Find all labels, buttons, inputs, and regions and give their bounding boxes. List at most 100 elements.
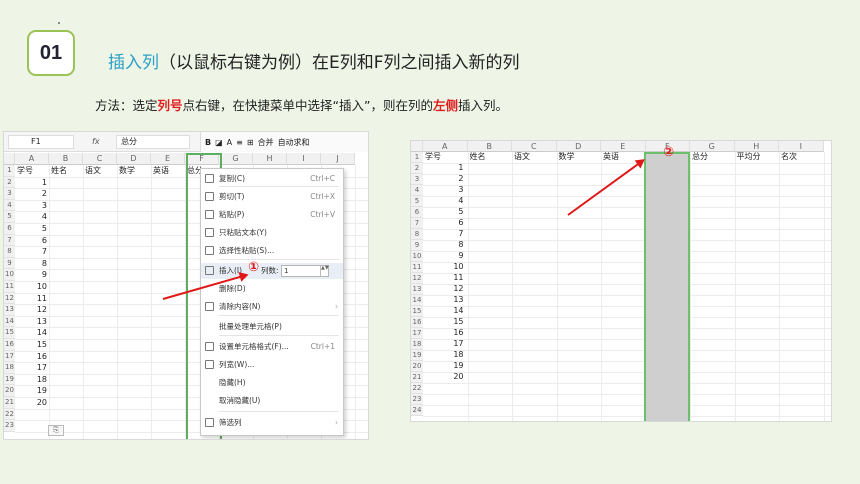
row-header-14[interactable]: 14 bbox=[4, 315, 15, 328]
row-header-3[interactable]: 3 bbox=[4, 188, 15, 200]
column-header-d[interactable]: D bbox=[117, 153, 151, 165]
context-menu-item-9[interactable]: 批量处理单元格(P) bbox=[201, 319, 343, 335]
id-cell[interactable]: 19 bbox=[17, 385, 47, 397]
header-cell-5[interactable]: 英语 bbox=[153, 165, 169, 177]
row-header-2[interactable]: 2 bbox=[4, 176, 15, 189]
column-header-i[interactable]: I bbox=[287, 153, 321, 165]
row-header-22[interactable]: 22 bbox=[411, 383, 423, 394]
row-header-17[interactable]: 17 bbox=[4, 350, 15, 363]
row-header-21[interactable]: 21 bbox=[4, 397, 15, 409]
id-cell[interactable]: 12 bbox=[17, 304, 47, 316]
header-cell-9[interactable]: 名次 bbox=[781, 151, 797, 163]
row-header-6[interactable]: 6 bbox=[4, 223, 15, 235]
row-header-5[interactable]: 5 bbox=[411, 196, 423, 207]
row-header-21[interactable]: 21 bbox=[411, 372, 423, 383]
id-cell[interactable]: 10 bbox=[17, 281, 47, 293]
row-header-4[interactable]: 4 bbox=[4, 199, 15, 212]
header-cell-4[interactable]: 数学 bbox=[119, 165, 135, 177]
row-header-15[interactable]: 15 bbox=[411, 306, 423, 317]
row-header-8[interactable]: 8 bbox=[4, 246, 15, 258]
context-menu-item-7[interactable]: 删除(D) bbox=[201, 281, 343, 297]
autosum-button[interactable]: 自动求和 bbox=[278, 137, 310, 148]
context-menu-item-6[interactable]: 插入(I) 列数: 1 ▲▼ bbox=[201, 263, 343, 279]
paste-options-icon[interactable]: ⎘ bbox=[48, 425, 64, 436]
id-cell[interactable]: 20 bbox=[17, 397, 47, 409]
row-header-12[interactable]: 12 bbox=[411, 273, 423, 284]
row-header-7[interactable]: 7 bbox=[411, 218, 423, 229]
row-header-11[interactable]: 11 bbox=[4, 281, 15, 293]
column-header-b[interactable]: B bbox=[49, 153, 83, 165]
row-header-10[interactable]: 10 bbox=[4, 269, 15, 281]
header-cell-3[interactable]: 语文 bbox=[85, 165, 101, 177]
fill-color-icon[interactable]: ◪ bbox=[215, 138, 223, 147]
id-cell[interactable]: 3 bbox=[17, 200, 47, 212]
id-cell[interactable]: 20 bbox=[425, 371, 463, 383]
id-cell[interactable]: 7 bbox=[17, 246, 47, 258]
font-color-icon[interactable]: A bbox=[227, 138, 232, 147]
context-menu-item-3[interactable]: 粘贴(P) Ctrl+V bbox=[201, 207, 343, 223]
header-cell-8[interactable]: 平均分 bbox=[737, 151, 761, 163]
header-cell-1[interactable]: 学号 bbox=[17, 165, 33, 177]
row-header-10[interactable]: 10 bbox=[411, 251, 423, 262]
column-header-h[interactable]: H bbox=[253, 153, 287, 165]
header-cell-4[interactable]: 数学 bbox=[559, 151, 575, 163]
id-cell[interactable]: 2 bbox=[17, 188, 47, 200]
id-cell[interactable]: 14 bbox=[17, 327, 47, 339]
merge-button[interactable]: 合并 bbox=[258, 137, 274, 148]
context-menu-item-14[interactable]: 筛选列 › bbox=[201, 415, 343, 431]
id-cell[interactable]: 13 bbox=[17, 316, 47, 328]
id-cell[interactable]: 4 bbox=[17, 211, 47, 223]
row-header-18[interactable]: 18 bbox=[4, 362, 15, 374]
id-cell[interactable]: 15 bbox=[17, 339, 47, 351]
context-menu-item-4[interactable]: 只粘贴文本(Y) bbox=[201, 225, 343, 241]
row-header-13[interactable]: 13 bbox=[4, 304, 15, 316]
row-header-2[interactable]: 2 bbox=[411, 163, 423, 174]
header-cell-3[interactable]: 语文 bbox=[514, 151, 530, 163]
align-icon[interactable]: ≡ bbox=[236, 138, 243, 147]
row-header-9[interactable]: 9 bbox=[4, 257, 15, 270]
row-header-16[interactable]: 16 bbox=[411, 317, 423, 328]
row-header-24[interactable]: 24 bbox=[411, 405, 423, 416]
header-cell-5[interactable]: 英语 bbox=[603, 151, 619, 163]
bold-button[interactable]: B bbox=[205, 138, 211, 147]
row-header-4[interactable]: 4 bbox=[411, 185, 423, 196]
context-menu-item-11[interactable]: 列宽(W)... bbox=[201, 357, 343, 373]
row-header-11[interactable]: 11 bbox=[411, 262, 423, 273]
header-cell-7[interactable]: 总分 bbox=[692, 151, 708, 163]
header-cell-2[interactable]: 姓名 bbox=[51, 165, 67, 177]
context-menu-item-2[interactable]: 剪切(T) Ctrl+X bbox=[201, 189, 343, 205]
row-header-1[interactable]: 1 bbox=[411, 152, 423, 163]
row-header-15[interactable]: 15 bbox=[4, 327, 15, 339]
row-header-6[interactable]: 6 bbox=[411, 207, 423, 218]
column-header-g[interactable]: G bbox=[219, 153, 253, 165]
row-header-1[interactable]: 1 bbox=[4, 165, 15, 177]
stepper-icon[interactable]: ▲▼ bbox=[320, 266, 329, 276]
row-header-8[interactable]: 8 bbox=[411, 229, 423, 240]
id-cell[interactable]: 6 bbox=[17, 235, 47, 247]
row-header-20[interactable]: 20 bbox=[411, 361, 423, 372]
id-cell[interactable]: 9 bbox=[17, 269, 47, 281]
id-cell[interactable]: 16 bbox=[17, 351, 47, 363]
row-header-22[interactable]: 22 bbox=[4, 408, 15, 421]
column-header-f[interactable]: F bbox=[185, 153, 219, 165]
row-header-23[interactable]: 23 bbox=[4, 420, 15, 432]
context-menu-item-1[interactable]: 复制(C) Ctrl+C bbox=[201, 171, 343, 187]
context-menu-item-8[interactable]: 清除内容(N) › bbox=[201, 299, 343, 315]
id-cell[interactable]: 11 bbox=[17, 293, 47, 305]
id-cell[interactable]: 17 bbox=[17, 362, 47, 374]
formula-input[interactable]: 总分 bbox=[116, 135, 190, 149]
fx-icon[interactable]: fx bbox=[92, 135, 100, 149]
row-header-5[interactable]: 5 bbox=[4, 211, 15, 223]
row-header-14[interactable]: 14 bbox=[411, 295, 423, 306]
context-menu-item-13[interactable]: 取消隐藏(U) bbox=[201, 393, 343, 409]
row-header-9[interactable]: 9 bbox=[411, 240, 423, 251]
id-cell[interactable]: 18 bbox=[17, 374, 47, 386]
column-header-a[interactable]: A bbox=[15, 153, 49, 165]
row-header-7[interactable]: 7 bbox=[4, 234, 15, 247]
context-menu-item-5[interactable]: 选择性粘贴(S)... bbox=[201, 243, 343, 259]
row-header-19[interactable]: 19 bbox=[411, 350, 423, 361]
context-menu-item-12[interactable]: 隐藏(H) bbox=[201, 375, 343, 391]
column-header-c[interactable]: C bbox=[83, 153, 117, 165]
context-menu-item-10[interactable]: 设置单元格格式(F)... Ctrl+1 bbox=[201, 339, 343, 355]
row-header-16[interactable]: 16 bbox=[4, 339, 15, 351]
